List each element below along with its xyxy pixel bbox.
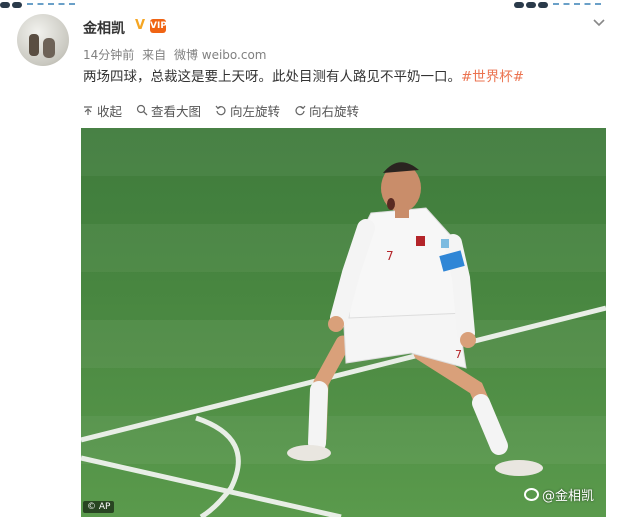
image-toolbar: 收起 查看大图 向左旋转 向右旋转 bbox=[82, 95, 622, 125]
hashtag-link[interactable]: #世界杯# bbox=[461, 69, 524, 85]
rotate-left-label: 向左旋转 bbox=[230, 103, 281, 119]
rotate-left-icon bbox=[215, 105, 226, 116]
view-large-button[interactable]: 查看大图 bbox=[136, 101, 201, 120]
photo-credit: © AP bbox=[83, 501, 115, 513]
post-meta: 14分钟前 来自 微博 weibo.com bbox=[83, 46, 271, 63]
post-body: 两场四球，总裁这是要上天呀。此处目测有人路见不平奶一口。 bbox=[83, 69, 461, 85]
shorts-number: 7 bbox=[455, 348, 462, 361]
player-figure: 7 7 bbox=[287, 162, 543, 476]
chevron-down-icon[interactable] bbox=[592, 14, 606, 27]
post-time[interactable]: 14分钟前 bbox=[83, 48, 134, 62]
top-decoration bbox=[0, 0, 637, 10]
jersey-number: 7 bbox=[386, 249, 394, 263]
collapse-button[interactable]: 收起 bbox=[82, 101, 122, 120]
post-photo[interactable]: 7 7 © AP @金相凯 bbox=[81, 128, 606, 517]
watermark-text: @金相凯 bbox=[542, 489, 595, 504]
avatar[interactable] bbox=[17, 14, 69, 66]
vip-badge-icon[interactable]: VIP bbox=[150, 19, 167, 33]
corner-arc bbox=[195, 415, 241, 517]
view-large-label: 查看大图 bbox=[151, 103, 202, 119]
verified-badge-icon[interactable]: V bbox=[133, 19, 147, 33]
magnifier-icon bbox=[136, 104, 148, 116]
photo-scene: 7 7 bbox=[81, 162, 606, 517]
author-badges: V VIP bbox=[133, 19, 167, 33]
touchline bbox=[81, 305, 606, 443]
rotate-left-button[interactable]: 向左旋转 bbox=[215, 101, 280, 120]
decoration-right bbox=[514, 2, 601, 8]
rotate-right-button[interactable]: 向右旋转 bbox=[294, 101, 359, 120]
source-prefix: 来自 bbox=[142, 48, 167, 62]
weibo-icon bbox=[524, 488, 539, 501]
decoration-left bbox=[0, 2, 75, 8]
photo-watermark: @金相凯 bbox=[524, 485, 594, 504]
rotate-right-icon bbox=[295, 105, 306, 116]
collapse-label: 收起 bbox=[97, 103, 123, 119]
post-source[interactable]: 微博 weibo.com bbox=[174, 48, 267, 62]
author-name[interactable]: 金相凯 bbox=[83, 18, 125, 38]
collapse-icon bbox=[84, 106, 92, 115]
rotate-right-label: 向右旋转 bbox=[309, 103, 360, 119]
post-text: 两场四球，总裁这是要上天呀。此处目测有人路见不平奶一口。#世界杯# bbox=[83, 67, 623, 87]
